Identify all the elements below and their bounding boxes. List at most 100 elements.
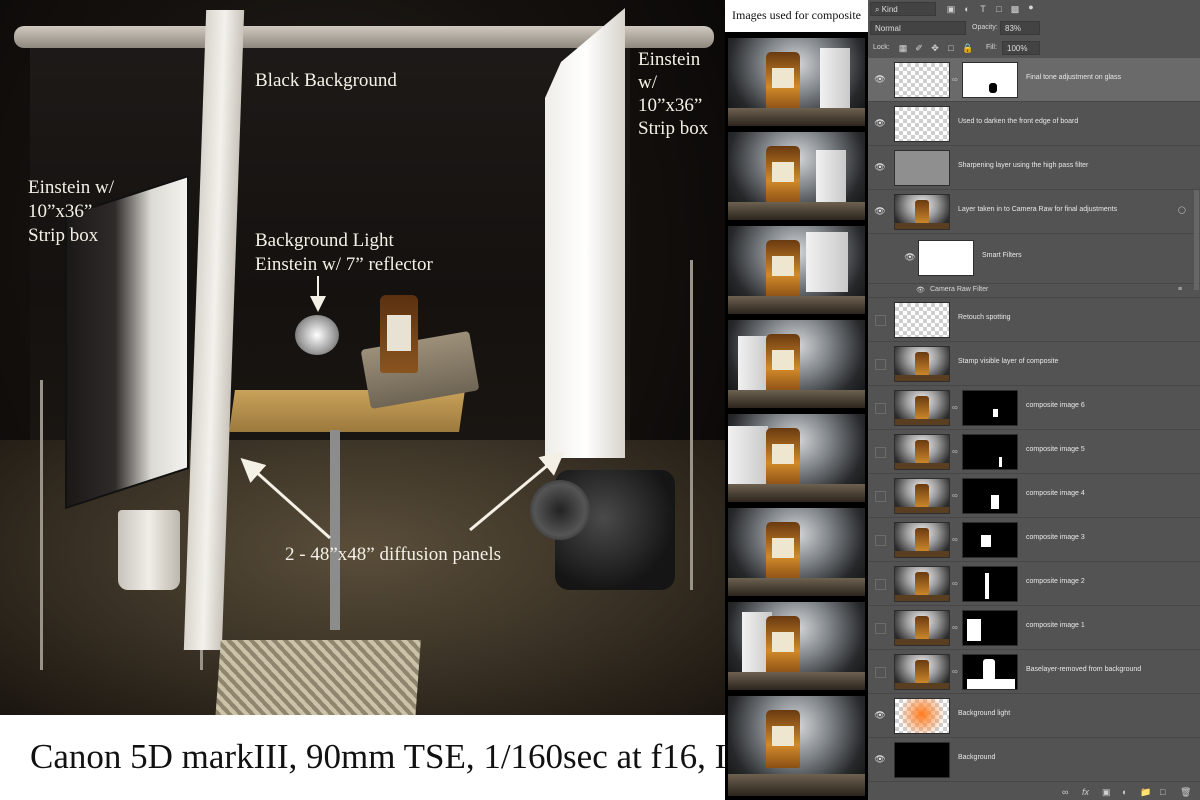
link-icon[interactable]: ∞ <box>952 667 958 676</box>
lock-all-icon[interactable]: 🔒 <box>962 43 973 53</box>
camera-settings-caption: Canon 5D markIII, 90mm TSE, 1/160sec at … <box>0 715 832 800</box>
bottle-label-shape <box>772 256 794 276</box>
layer-mask-thumbnail[interactable] <box>962 434 1018 470</box>
layer-row[interactable]: ∞ composite image 5 <box>868 430 1200 474</box>
rock-shape <box>728 672 865 690</box>
new-group-icon[interactable]: 📁 <box>1140 787 1151 798</box>
layer-mask-thumbnail[interactable] <box>962 654 1018 690</box>
shape-filter-icon[interactable]: □ <box>994 4 1004 14</box>
composite-thumbnail <box>728 696 865 796</box>
layer-row[interactable]: ∞ composite image 6 <box>868 386 1200 430</box>
layer-name: Retouch spotting <box>958 314 1011 321</box>
trash-icon[interactable]: 🗑 <box>1180 787 1191 798</box>
link-icon[interactable]: ∞ <box>952 579 958 588</box>
eye-icon[interactable]: 👁 <box>874 206 886 216</box>
link-icon[interactable]: ∞ <box>952 491 958 500</box>
lock-artboard-icon[interactable]: □ <box>946 43 956 53</box>
eye-icon[interactable]: 👁 <box>874 162 886 172</box>
eye-icon[interactable]: 👁 <box>874 710 886 720</box>
layer-row[interactable]: ∞ Baselayer-removed from background <box>868 650 1200 694</box>
composite-thumbnail <box>728 38 865 126</box>
layer-mask-thumbnail[interactable] <box>962 62 1018 98</box>
hidden-eye-box[interactable] <box>875 623 886 634</box>
caption-text: Canon 5D markIII, 90mm TSE, 1/160sec at … <box>30 737 833 776</box>
type-filter-icon[interactable]: T <box>978 4 988 14</box>
add-mask-icon[interactable]: ▣ <box>1102 787 1111 798</box>
layer-row[interactable]: 👁 Background light <box>868 694 1200 738</box>
layers-scrollbar[interactable] <box>1194 190 1199 290</box>
link-icon[interactable]: ∞ <box>952 447 958 456</box>
link-layers-icon[interactable]: ∞ <box>1062 787 1068 797</box>
lock-pixels-icon[interactable]: ✐ <box>914 43 924 53</box>
reflector-card <box>738 336 768 396</box>
opacity-label: Opacity: <box>972 24 998 31</box>
pixel-filter-icon[interactable]: ▣ <box>946 4 956 14</box>
opacity-input[interactable]: 83% <box>1000 21 1040 35</box>
lock-transparency-icon[interactable]: ▦ <box>898 43 908 53</box>
hidden-eye-box[interactable] <box>875 403 886 414</box>
filter-options-icon[interactable]: ≡ <box>1178 286 1182 293</box>
layer-row[interactable]: ∞ composite image 1 <box>868 606 1200 650</box>
layer-row[interactable]: ∞ composite image 4 <box>868 474 1200 518</box>
bottle-label-shape <box>772 726 794 746</box>
layer-name: composite image 5 <box>1026 446 1085 453</box>
smart-object-icon[interactable]: ◯ <box>1178 206 1186 214</box>
blend-mode-select[interactable]: Normal <box>870 21 966 35</box>
eye-icon[interactable]: 👁 <box>874 754 886 764</box>
layer-mask-thumbnail[interactable] <box>962 478 1018 514</box>
adjustment-filter-icon[interactable]: ◐ <box>962 4 972 14</box>
lock-position-icon[interactable]: ✥ <box>930 43 940 53</box>
composite-thumbnail <box>728 414 865 502</box>
layer-row[interactable]: 👁 Layer taken in to Camera Raw for final… <box>868 190 1200 234</box>
hidden-eye-box[interactable] <box>875 579 886 590</box>
layer-row[interactable]: ∞ composite image 3 <box>868 518 1200 562</box>
layer-row[interactable]: ∞ composite image 2 <box>868 562 1200 606</box>
eye-icon[interactable]: 👁 <box>916 286 925 294</box>
layer-row[interactable]: 👁 Used to darken the front edge of board <box>868 102 1200 146</box>
smart-filters-row[interactable]: 👁 Smart Filters <box>868 234 1200 284</box>
eye-icon[interactable]: 👁 <box>874 74 886 84</box>
link-icon[interactable]: ∞ <box>952 623 958 632</box>
link-icon[interactable]: ∞ <box>952 403 958 412</box>
filter-kind-select[interactable]: ⌕ Kind <box>870 2 936 16</box>
bottle-shape <box>915 660 929 684</box>
layer-row[interactable]: 👁 ∞ Final tone adjustment on glass <box>868 58 1200 102</box>
reflector-card <box>816 150 846 210</box>
link-icon[interactable]: ∞ <box>952 75 958 84</box>
filter-toggle-icon[interactable]: ● <box>1026 2 1036 12</box>
smart-object-filter-icon[interactable]: ▩ <box>1010 4 1020 14</box>
hidden-eye-box[interactable] <box>875 491 886 502</box>
layer-row[interactable]: 👁 Background <box>868 738 1200 782</box>
mask-shape <box>981 535 991 547</box>
hidden-eye-box[interactable] <box>875 535 886 546</box>
fill-input[interactable]: 100% <box>1002 41 1040 55</box>
adjustment-layer-icon[interactable]: ◐ <box>1122 787 1127 797</box>
layer-mask-thumbnail[interactable] <box>962 390 1018 426</box>
rock-shape <box>895 419 949 425</box>
eye-icon[interactable]: 👁 <box>874 118 886 128</box>
layer-row[interactable]: 👁 Sharpening layer using the high pass f… <box>868 146 1200 190</box>
eye-icon[interactable]: 👁 <box>904 252 916 262</box>
layer-thumbnail <box>894 610 950 646</box>
link-icon[interactable]: ∞ <box>952 535 958 544</box>
bottle-label-shape <box>772 632 794 652</box>
layer-row[interactable]: Stamp visible layer of composite <box>868 342 1200 386</box>
hidden-eye-box[interactable] <box>875 315 886 326</box>
layer-mask-thumbnail[interactable] <box>962 610 1018 646</box>
layer-thumbnail <box>894 698 950 734</box>
layer-name: Background <box>958 754 996 761</box>
hidden-eye-box[interactable] <box>875 667 886 678</box>
bottle-shape <box>915 440 929 464</box>
hidden-eye-box[interactable] <box>875 447 886 458</box>
blend-mode-value: Normal <box>875 24 901 33</box>
search-icon: ⌕ <box>875 5 880 14</box>
hidden-eye-box[interactable] <box>875 359 886 370</box>
new-layer-icon[interactable]: □ <box>1160 787 1165 797</box>
bottle-shape <box>915 616 929 640</box>
layer-mask-thumbnail[interactable] <box>962 566 1018 602</box>
layer-mask-thumbnail[interactable] <box>962 522 1018 558</box>
layer-row[interactable]: Retouch spotting <box>868 298 1200 342</box>
camera-raw-filter-row[interactable]: 👁 Camera Raw Filter ≡ <box>868 284 1200 298</box>
fx-icon[interactable]: fx <box>1082 787 1089 797</box>
layer-name: Baselayer-removed from background <box>1026 666 1142 673</box>
